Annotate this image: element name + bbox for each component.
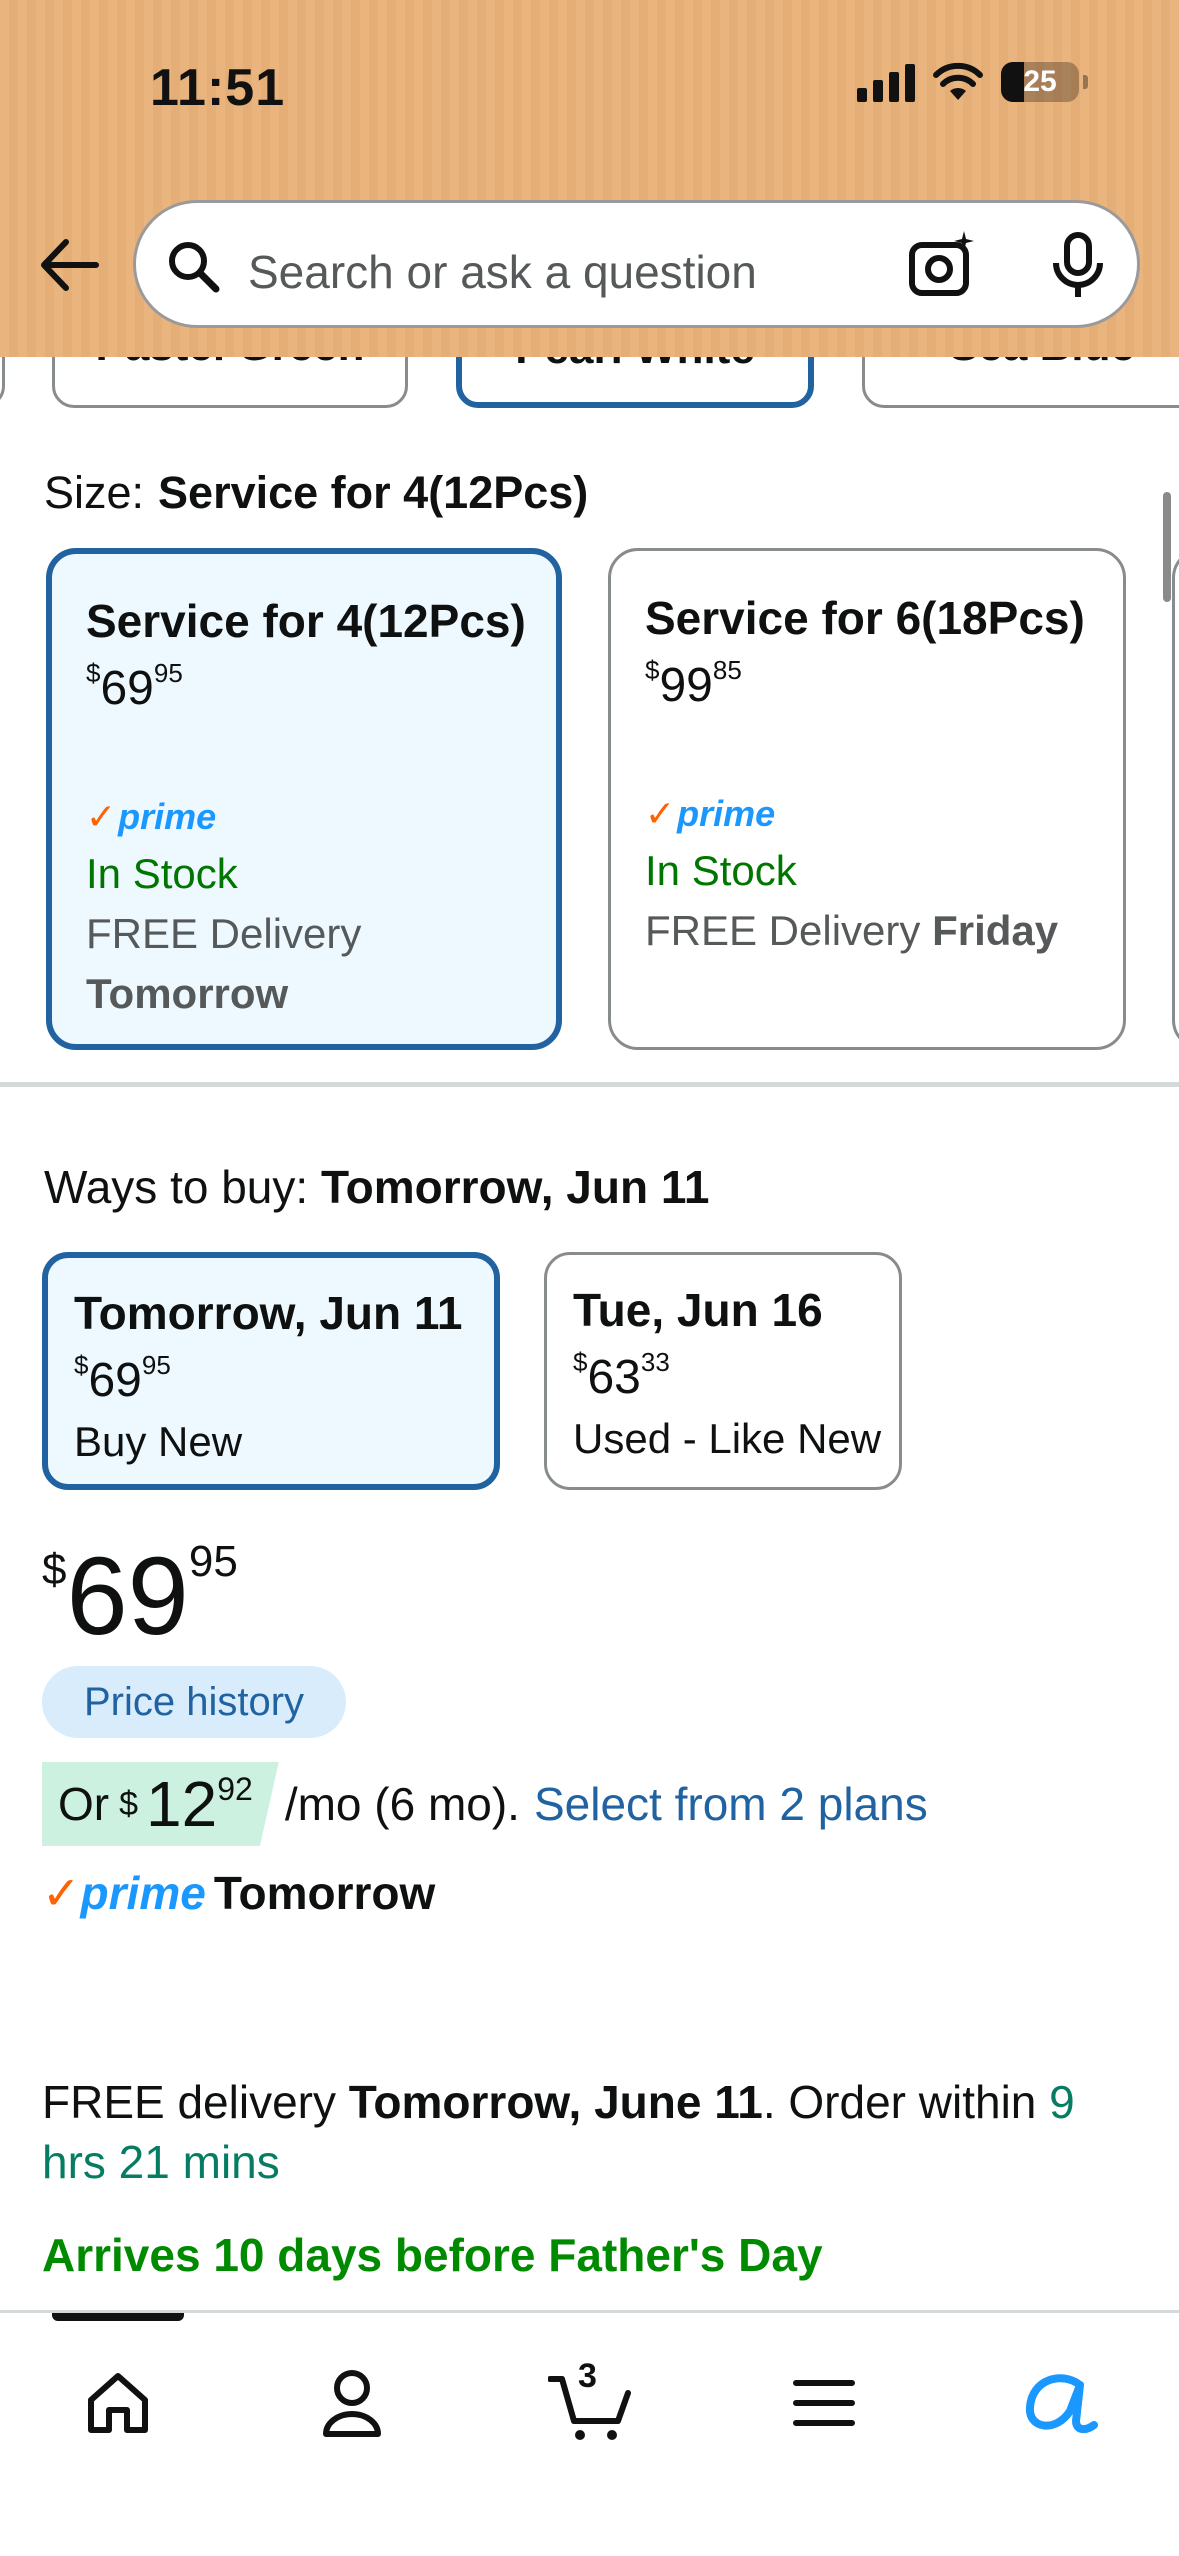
buy-option-price: $6333 xyxy=(573,1347,670,1404)
back-arrow-icon[interactable] xyxy=(36,232,102,298)
buy-option-price: $6995 xyxy=(74,1350,171,1407)
app-header: 11:51 25 Search or ask a question xyxy=(0,0,1179,357)
price-history-button[interactable]: Price history xyxy=(42,1666,346,1738)
stock-status: In Stock xyxy=(645,847,797,894)
home-icon xyxy=(88,2373,148,2433)
nav-account[interactable] xyxy=(302,2353,402,2453)
nav-cart[interactable]: 3 xyxy=(540,2353,640,2453)
size-option-price: $6995 xyxy=(86,658,183,715)
delivery-message: FREE delivery Tomorrow, June 11. Order w… xyxy=(42,2076,1075,2188)
size-option-partial[interactable] xyxy=(1172,548,1179,1050)
delivery-day: Tomorrow xyxy=(86,970,289,1017)
main-price: $6995 xyxy=(42,1535,238,1658)
buy-option-used[interactable]: Tue, Jun 16 $6333 Used - Like New xyxy=(544,1252,902,1490)
arrives-note: Arrives 10 days before Father's Day xyxy=(42,2229,823,2281)
user-icon xyxy=(323,2370,381,2437)
nav-rufus-assistant[interactable] xyxy=(1010,2353,1110,2453)
prime-logo-icon: ✓prime xyxy=(42,1867,206,1919)
status-time: 11:51 xyxy=(150,59,286,117)
battery-level: 25 xyxy=(1023,65,1057,98)
nav-home[interactable] xyxy=(68,2353,168,2453)
monthly-payment: Or $1292 /mo (6 mo). Select from 2 plans xyxy=(42,1762,928,1846)
prime-delivery-row: ✓prime Tomorrow xyxy=(42,1866,435,1920)
microphone-icon[interactable] xyxy=(1048,231,1108,301)
buy-option-new[interactable]: Tomorrow, Jun 11 $6995 Buy New xyxy=(42,1252,500,1490)
buy-option-condition: Buy New xyxy=(74,1418,243,1465)
size-option-service-for-6[interactable]: Service for 6(18Pcs) $9985 ✓prime In Sto… xyxy=(608,548,1126,1050)
active-tab-indicator xyxy=(52,2313,184,2321)
size-selector-label: Size: Service for 4(12Pcs) xyxy=(44,467,589,518)
monthly-price-highlight: Or $1292 xyxy=(42,1762,279,1846)
menu-icon xyxy=(793,2380,855,2426)
stock-status: In Stock xyxy=(86,850,238,897)
prime-badge-icon: ✓prime xyxy=(86,796,217,837)
buy-option-condition: Used - Like New xyxy=(573,1415,882,1462)
section-divider xyxy=(0,1082,1179,1087)
nav-menu[interactable] xyxy=(774,2353,874,2453)
delivery-text: FREE Delivery Friday xyxy=(645,907,1059,954)
size-option-service-for-4[interactable]: Service for 4(12Pcs) $6995 ✓prime In Sto… xyxy=(46,548,562,1050)
bottom-navigation: 3 xyxy=(0,2310,1179,2556)
battery-icon: 25 xyxy=(1001,62,1088,102)
search-bar[interactable]: Search or ask a question xyxy=(133,200,1140,328)
ways-to-buy-selected: Tomorrow, Jun 11 xyxy=(320,1161,710,1213)
search-input[interactable]: Search or ask a question xyxy=(248,245,757,299)
horizontal-scroll-indicator xyxy=(1163,492,1171,602)
prime-delivery-day: Tomorrow xyxy=(213,1867,436,1919)
wifi-icon xyxy=(933,62,983,100)
cellular-signal-icon xyxy=(857,62,915,102)
size-option-price: $9985 xyxy=(645,655,742,712)
cart-count-badge: 3 xyxy=(578,2357,597,2395)
delivery-text: FREE Delivery xyxy=(86,910,362,957)
ai-assistant-icon xyxy=(1026,2374,1098,2434)
search-icon xyxy=(169,242,220,293)
prime-badge-icon: ✓prime xyxy=(645,793,776,834)
status-icons: 25 xyxy=(857,62,1088,102)
selected-size: Service for 4(12Pcs) xyxy=(158,467,589,518)
camera-search-icon[interactable] xyxy=(906,229,978,301)
ways-to-buy-label: Ways to buy: Tomorrow, Jun 11 xyxy=(44,1161,710,1213)
select-plans-link[interactable]: Select from 2 plans xyxy=(534,1777,928,1831)
